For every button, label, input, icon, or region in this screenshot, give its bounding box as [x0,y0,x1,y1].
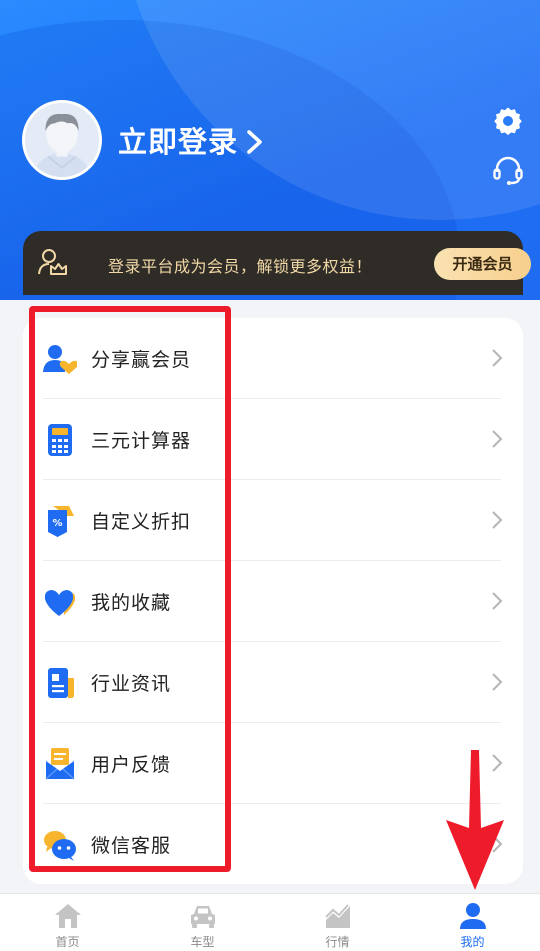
nav-market[interactable]: 行情 [270,894,405,951]
member-banner-text: 登录平台成为会员，解锁更多权益！ [108,257,373,276]
red-arrow-down-icon [446,750,504,890]
nav-label: 我的 [460,935,485,949]
login-link[interactable]: 立即登录 [118,120,266,164]
user-icon [459,903,486,929]
nav-mine[interactable]: 我的 [405,894,540,951]
bottom-navigation: 首页 车型 行情 我的 [0,893,540,951]
chevron-right-icon [247,130,262,154]
home-icon [54,904,81,928]
chevron-right-icon [492,592,503,610]
headset-icon[interactable] [492,154,524,186]
nav-label: 首页 [55,935,80,949]
gear-icon[interactable] [493,106,523,136]
member-banner[interactable]: 登录平台成为会员，解锁更多权益！ 开通会员 [23,231,531,295]
nav-car-models[interactable]: 车型 [135,894,270,951]
chart-icon [324,904,350,928]
highlight-box [29,306,231,872]
nav-label: 车型 [190,935,215,949]
chevron-right-icon [492,511,503,529]
login-label: 立即登录 [118,125,239,159]
avatar[interactable] [22,100,102,180]
chevron-right-icon [492,430,503,448]
member-crown-icon [38,249,67,275]
chevron-right-icon [492,673,503,691]
nav-home[interactable]: 首页 [0,894,135,951]
car-icon [190,906,215,928]
chevron-right-icon [492,349,503,367]
nav-label: 行情 [325,935,350,949]
open-membership-button[interactable]: 开通会员 [434,248,531,280]
